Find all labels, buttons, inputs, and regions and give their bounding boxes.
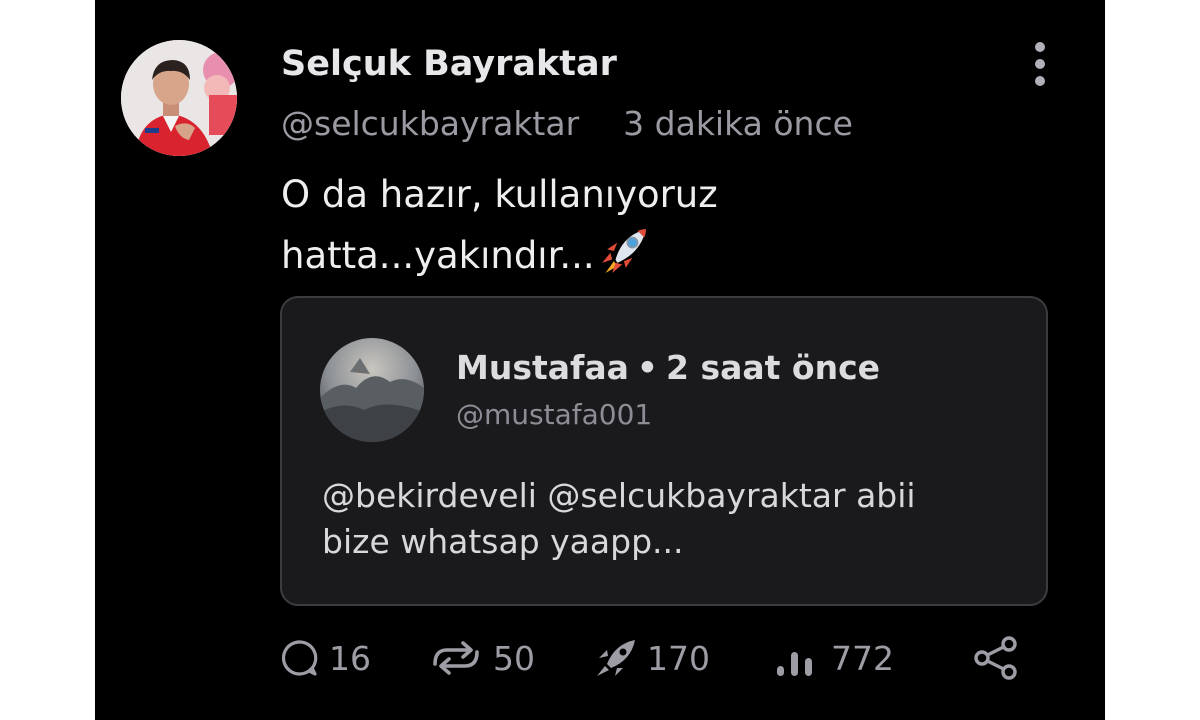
quoted-body: @bekirdeveli @selcukbayraktar abii bize … [322, 473, 1022, 565]
post-text-line: O da hazır, kullanıyoruz [281, 173, 718, 216]
action-bar: 16 50 170 772 [279, 630, 1039, 686]
views-count: 772 [831, 638, 894, 678]
boost-count: 170 [647, 638, 710, 678]
author-meta: @selcukbayraktar 3 dakika önce [281, 104, 853, 143]
rocket-icon [597, 640, 635, 676]
repost-count: 50 [493, 638, 535, 678]
reply-count: 16 [329, 638, 371, 678]
author-name[interactable]: Selçuk Bayraktar [281, 44, 617, 84]
quoted-text-line: @bekirdeveli @selcukbayraktar abii [322, 476, 916, 515]
post-text-line: hatta...yakındır... [281, 234, 595, 277]
repost-button[interactable]: 50 [429, 630, 535, 686]
quoted-text-line: bize whatsap yaapp... [322, 522, 684, 561]
quoted-author-avatar[interactable] [320, 338, 424, 442]
repost-icon [433, 641, 479, 675]
post-body: O da hazır, kullanıyoruz hatta...yakındı… [281, 166, 841, 285]
views-bar-icon [777, 652, 812, 676]
post-container: Selçuk Bayraktar @selcukbayraktar 3 dakik… [95, 0, 1105, 720]
quoted-author-handle[interactable]: @mustafa001 [456, 398, 652, 431]
separator-dot: • [636, 348, 659, 387]
author-avatar[interactable] [121, 40, 237, 156]
quoted-timestamp: 2 saat önce [666, 348, 881, 387]
vertical-dots-icon [1035, 42, 1045, 52]
quoted-post-card[interactable]: Mustafaa • 2 saat önce @mustafa001 @bekird… [280, 296, 1048, 606]
rocket-emoji [601, 229, 646, 273]
post-text-line-with-emoji: hatta...yakındır... [281, 224, 841, 285]
post-timestamp: 3 dakika önce [623, 104, 853, 143]
reply-button[interactable]: 16 [279, 630, 371, 686]
more-options-button[interactable] [1027, 40, 1053, 88]
landscape-avatar-icon [320, 338, 424, 442]
views-button[interactable]: 772 [773, 630, 894, 686]
boost-button[interactable]: 170 [595, 630, 710, 686]
vertical-dots-icon-dot [1035, 59, 1045, 69]
quoted-author-name[interactable]: Mustafaa [456, 348, 629, 387]
vertical-dots-icon-dot [1035, 76, 1045, 86]
profile-photo-icon [121, 40, 237, 156]
quoted-header: Mustafaa • 2 saat önce [456, 348, 880, 387]
share-icon [974, 636, 1017, 680]
share-button[interactable] [973, 630, 1029, 686]
comment-icon [281, 640, 318, 676]
author-handle[interactable]: @selcukbayraktar [281, 104, 579, 143]
